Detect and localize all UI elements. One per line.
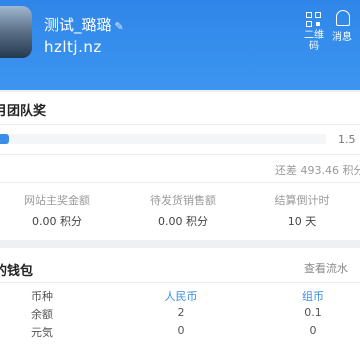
group-coin-value: 0 [309,324,317,337]
stat-value: 10 天 [287,215,317,228]
qr-code-icon [306,12,322,28]
avatar[interactable] [0,6,32,58]
wallet-header-row: 币种 人民币 组币 [0,288,360,306]
message-label: 消息 [332,32,352,43]
stat-label: 网站主奖金额 [24,194,90,207]
wallet-title: 的钱包 [0,264,34,279]
qr-code-button[interactable]: 二维码 [302,12,326,52]
wallet-card: 的钱包 查看流水 币种 人民币 组币 余额 2 0.1 元気 0 0 [0,248,360,360]
stat-label: 待发货销售额 [150,194,216,207]
currency-header: 币种 [31,290,53,303]
wallet-row: 余额 2 0.1 [0,306,360,324]
group-coin-balance: 0.1 [304,306,322,319]
row-label: 余额 [31,308,53,321]
divider [0,124,360,125]
stat-label: 结算倒计时 [274,194,330,207]
row-label: 元気 [31,326,53,339]
group-coin-header[interactable]: 组币 [290,288,336,304]
stat-site-bonus: 网站主奖金额 0.00 积分 [2,192,112,229]
progress-fill [0,134,10,144]
divider [0,182,360,183]
rmb-value: 0 [177,324,185,337]
stat-countdown: 结算倒计时 10 天 [252,192,352,229]
view-flow-link[interactable]: 查看流水 [304,260,348,276]
wallet-table: 币种 人民币 组币 余额 2 0.1 元気 0 0 [0,288,360,342]
remaining-points: 还差 493.46 积分 [275,164,360,177]
team-award-progress: 1.5 [0,130,360,150]
user-name[interactable]: 测试_璐璐 ✎ [44,14,124,35]
rmb-header[interactable]: 人民币 [158,288,204,304]
stat-value: 0.00 积分 [158,215,208,228]
divider [0,282,360,283]
team-award-title: 月团队奖 [0,104,47,119]
profile-header: 测试_璐璐 ✎ hzltj.nz 二维码 消息 [0,0,360,90]
qr-code-label: 二维码 [304,30,324,52]
team-award-card: 月团队奖 1.5 还差 493.46 积分 网站主奖金额 0.00 积分 待发货… [0,92,360,240]
progress-value: 1.5 [338,133,356,146]
user-domain: hzltj.nz [44,38,102,56]
wallet-row: 元気 0 0 [0,324,360,342]
edit-icon[interactable]: ✎ [115,20,124,33]
progress-track [0,134,326,144]
user-name-text: 测试_璐璐 [44,16,112,34]
divider [0,154,360,155]
rmb-balance: 2 [177,306,185,319]
bell-icon [336,10,350,26]
stat-value: 0.00 积分 [32,215,82,228]
message-button[interactable]: 消息 [332,10,360,43]
stat-pending-sales: 待发货销售额 0.00 积分 [128,192,238,229]
